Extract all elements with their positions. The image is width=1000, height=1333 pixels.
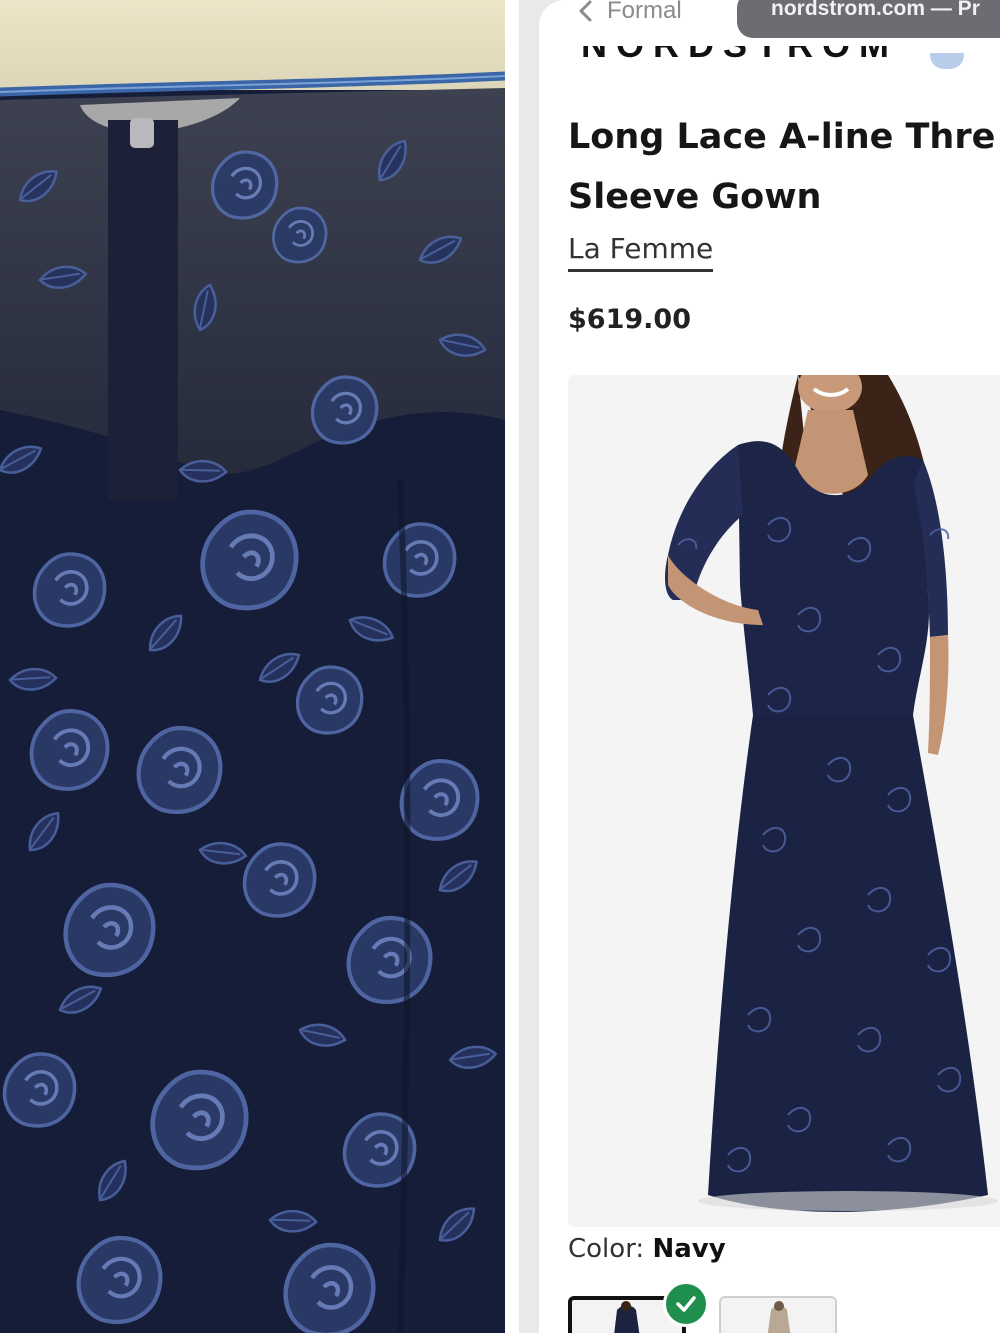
url-bar[interactable]: nordstrom.com — Pr bbox=[737, 0, 1000, 38]
color-swatch-other[interactable] bbox=[719, 1296, 837, 1333]
dress-closeup-photo bbox=[0, 0, 505, 1333]
color-value: Navy bbox=[652, 1234, 726, 1264]
swatch-thumbnail bbox=[767, 1301, 791, 1333]
brand-link[interactable]: La Femme bbox=[568, 232, 714, 272]
panel-divider bbox=[505, 0, 519, 1333]
browser-bar: Formal nordstrom.com — Pr bbox=[519, 0, 1000, 40]
selected-check-badge bbox=[663, 1281, 709, 1327]
back-link-label: Formal bbox=[607, 0, 682, 24]
model-in-gown-image bbox=[665, 375, 998, 1212]
color-selection-label: Color: Navy bbox=[568, 1234, 726, 1264]
product-price: $619.00 bbox=[568, 304, 691, 335]
logo-text: NORDSTROM bbox=[581, 46, 898, 66]
color-label: Color: bbox=[568, 1234, 645, 1264]
nordstrom-logo[interactable]: NORDSTROM bbox=[567, 46, 927, 72]
product-page-screenshot: Formal nordstrom.com — Pr NORDSTROM Long… bbox=[519, 0, 1000, 1333]
product-title: Long Lace A-line Thre Sleeve Gown bbox=[568, 117, 996, 217]
back-link[interactable]: Formal bbox=[577, 0, 682, 28]
product-image[interactable] bbox=[568, 375, 1000, 1227]
chevron-left-icon bbox=[579, 0, 592, 22]
lace-closeup-image bbox=[0, 0, 505, 1333]
check-icon bbox=[676, 1296, 696, 1312]
